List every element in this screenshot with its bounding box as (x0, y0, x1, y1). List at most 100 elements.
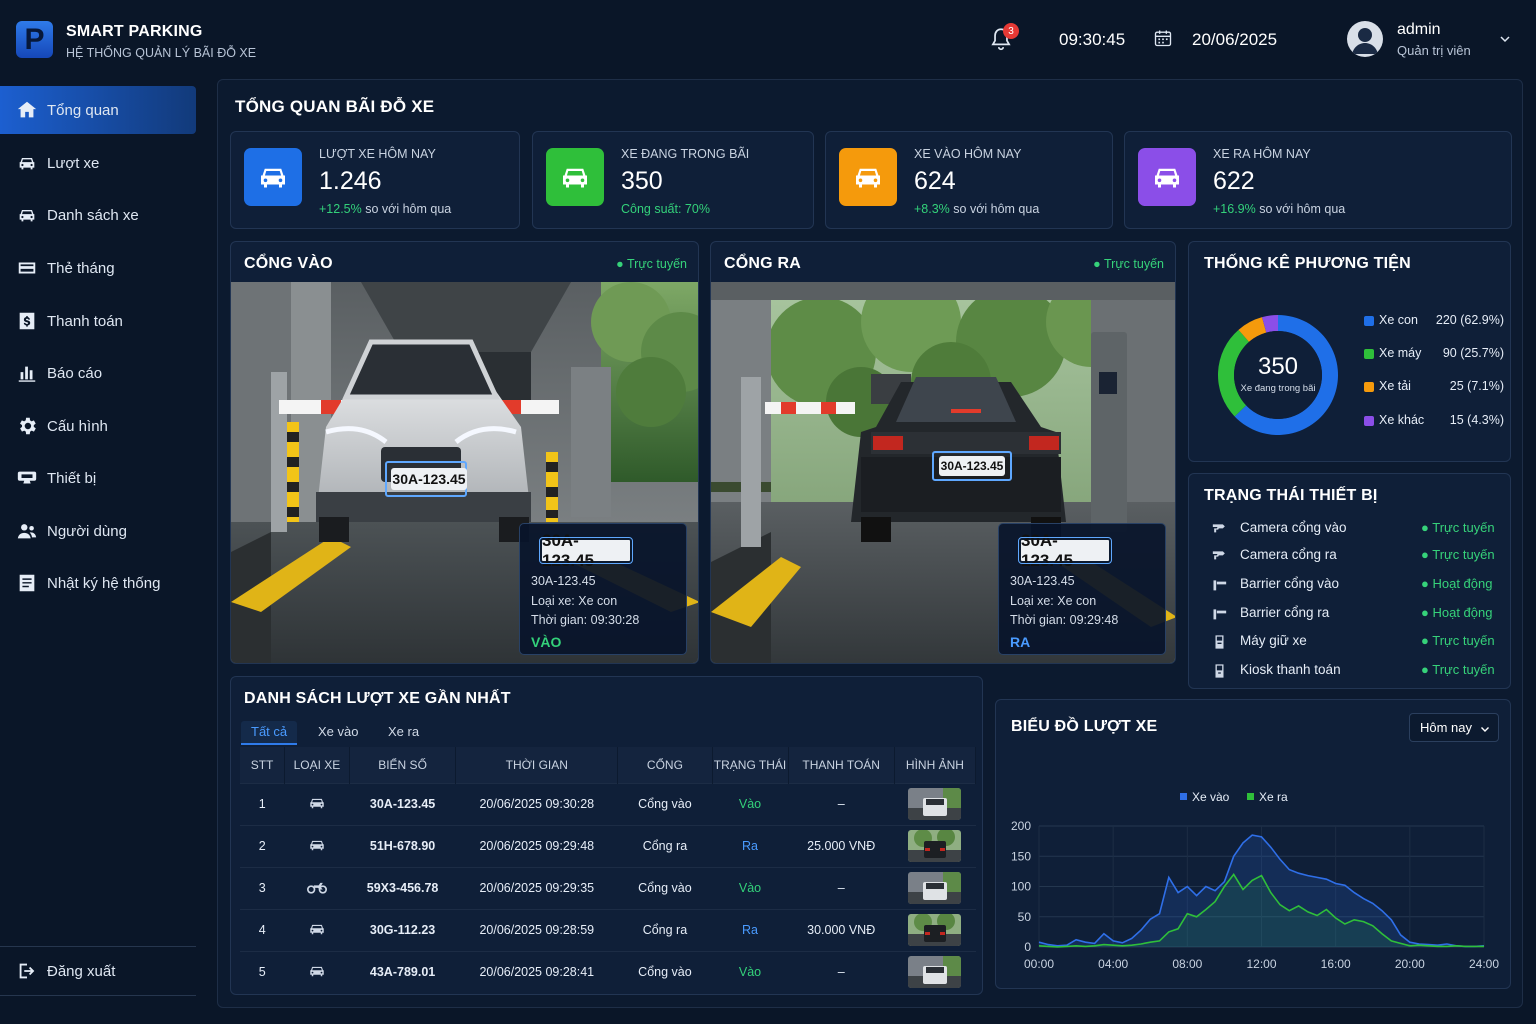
recognized-plate: 30A-123.45 (539, 531, 633, 570)
entry-recognition-box: 30A-123.45 30A-123.45 Loại xe: Xe con Th… (519, 523, 687, 655)
direction-label: VÀO (531, 634, 562, 650)
vehicle-stats-panel: THỐNG KÊ PHƯƠNG TIỆN 350 Xe đang trong b… (1188, 241, 1511, 462)
cell-gate: Cổng ra (617, 824, 713, 867)
stat-label: XE VÀO HÔM NAY (914, 147, 1022, 161)
y-tick-label: 150 (1011, 849, 1031, 863)
sidebar-item-monthly-card[interactable]: Thẻ tháng (0, 244, 196, 292)
vehicle-thumbnail[interactable] (908, 914, 962, 946)
current-date: 20/06/2025 (1192, 30, 1278, 49)
exit-gate-panel: CỔNG RA ● Trực tuyến 30A-123.45 30A-123.… (710, 241, 1176, 664)
cell-status: Vào (712, 866, 788, 909)
vehicle-stats-title: THỐNG KÊ PHƯƠNG TIỆN (1204, 255, 1411, 272)
app-subtitle: HỆ THỐNG QUẢN LÝ BÃI ĐỖ XE (66, 46, 257, 60)
cell-plate: 30A-123.45 (349, 782, 456, 825)
cell-image[interactable] (894, 866, 976, 909)
logout-label: Đăng xuất (47, 962, 116, 980)
table-row[interactable]: 3 59X3-456.78 20/06/2025 09:29:35 Cổng vào V… (240, 866, 976, 909)
vehicle-thumbnail[interactable] (908, 830, 962, 862)
stat-capacity: Công suất: 70% (621, 202, 710, 216)
col-stt[interactable]: STT (240, 747, 286, 783)
x-tick-label: 20:00 (1395, 957, 1425, 971)
sidebar-item-config[interactable]: Cấu hình (0, 402, 196, 450)
col-payment[interactable]: THANH TOÁN (788, 747, 895, 783)
entry-gate-panel: CỔNG VÀO ● Trực tuyến 30A-123.45 30A-123… (230, 241, 699, 664)
vehicle-thumbnail[interactable] (908, 956, 962, 989)
cell-time: 20/06/2025 09:29:48 (455, 824, 618, 867)
main-content: TỔNG QUAN BÃI ĐỖ XE LƯỢT XE HÔM NAY 1.24… (217, 79, 1523, 1008)
device-row-ticket-machine: Máy giữ xe ● Trực tuyến (1209, 632, 1499, 652)
ticket-machine-icon (1215, 635, 1224, 649)
col-gate[interactable]: CỔNG (617, 747, 713, 783)
table-header-row: STT LOẠI XE BIỂN SỐ THỜI GIAN CỔNG TRẠNG… (240, 747, 977, 783)
cell-image[interactable] (894, 824, 976, 867)
recognized-plate: 30A-123.45 (1018, 531, 1112, 570)
user-name[interactable]: admin (1397, 21, 1441, 39)
col-time[interactable]: THỜI GIAN (455, 747, 619, 783)
sidebar-item-reports[interactable]: Báo cáo (0, 349, 196, 397)
stat-label: LƯỢT XE HÔM NAY (319, 147, 436, 161)
car-icon (284, 782, 350, 825)
sidebar-item-payment[interactable]: Thanh toán (0, 297, 196, 345)
legend-car: Xe con 220 (62.9%) (1364, 313, 1504, 331)
car-icon (839, 148, 897, 206)
cell-image[interactable] (894, 782, 976, 825)
traffic-chart-title: BIỂU ĐỒ LƯỢT XE (1011, 718, 1158, 735)
sidebar-item-vehicle-list[interactable]: Danh sách xe (0, 191, 196, 239)
clock-time: 09:30:45 (1059, 30, 1126, 49)
cell-image[interactable] (894, 908, 976, 951)
cell-plate: 43A-789.01 (349, 950, 456, 993)
cell-image[interactable] (894, 950, 976, 993)
exit-gate-status: ● Trực tuyến (1093, 257, 1164, 271)
stat-card-today-in: XE VÀO HÔM NAY 624 +8.3% so với hôm qua (825, 131, 1113, 229)
vehicle-thumbnail[interactable] (908, 788, 962, 820)
sidebar-item-label: Báo cáo (47, 364, 103, 382)
license-plate: 30A-123.45 (939, 456, 1005, 476)
user-avatar[interactable] (1347, 21, 1383, 57)
table-row[interactable]: 2 51H-678.90 20/06/2025 09:29:48 Cổng ra Ra 2… (240, 824, 976, 867)
col-type[interactable]: LOẠI XE (284, 747, 350, 783)
col-image[interactable]: HÌNH ẢNH (894, 747, 977, 783)
cell-status: Vào (712, 950, 788, 993)
sidebar-item-label: Tổng quan (47, 101, 119, 119)
x-tick-label: 24:00 (1469, 957, 1499, 971)
sidebar-item-devices[interactable]: Thiết bị (0, 454, 196, 502)
sidebar-item-label: Lượt xe (47, 154, 100, 172)
stat-label: XE RA HÔM NAY (1213, 147, 1311, 161)
entry-gate-status: ● Trực tuyến (616, 257, 687, 271)
y-tick-label: 0 (1024, 940, 1031, 954)
camera-icon (1212, 551, 1225, 560)
chevron-down-icon[interactable] (1499, 33, 1511, 45)
sidebar-item-system-log[interactable]: Nhật ký hệ thống (0, 559, 196, 607)
tab-in[interactable]: Xe vào (318, 721, 358, 745)
cell-time: 20/06/2025 09:30:28 (455, 782, 618, 825)
x-tick-label: 04:00 (1098, 957, 1128, 971)
stat-delta: +16.9% so với hôm qua (1213, 202, 1346, 216)
vehicle-type: Loại xe: Xe con (1010, 594, 1097, 608)
col-status[interactable]: TRẠNG THÁI (712, 747, 789, 783)
sidebar-item-entries[interactable]: Lượt xe (0, 139, 196, 187)
x-tick-label: 12:00 (1246, 957, 1276, 971)
recent-entries-title: DANH SÁCH LƯỢT XE GẦN NHẤT (244, 690, 511, 707)
cell-gate: Cổng ra (617, 908, 713, 951)
cell-status: Ra (712, 908, 788, 951)
cell-plate: 59X3-456.78 (349, 866, 456, 909)
table-row[interactable]: 1 30A-123.45 20/06/2025 09:30:28 Cổng vào Và… (240, 782, 976, 825)
vehicle-thumbnail[interactable] (908, 872, 962, 904)
tab-out[interactable]: Xe ra (388, 721, 419, 745)
sidebar-item-overview[interactable]: Tổng quan (0, 86, 196, 134)
app-logo[interactable]: P (16, 21, 53, 58)
sidebar-item-label: Thiết bị (47, 469, 97, 487)
table-row[interactable]: 4 30G-112.23 20/06/2025 09:28:59 Cổng ra Ra 3… (240, 908, 976, 951)
tab-all[interactable]: Tất cả (241, 721, 298, 745)
car-icon (284, 908, 350, 951)
col-plate[interactable]: BIỂN SỐ (349, 747, 457, 783)
recent-entries-table: STT LOẠI XE BIỂN SỐ THỜI GIAN CỔNG TRẠNG… (240, 747, 977, 993)
device-row-kiosk: Kiosk thanh toán ● Trực tuyến (1209, 661, 1499, 681)
sidebar-item-label: Người dùng (47, 522, 127, 540)
sidebar-item-users[interactable]: Người dùng (0, 507, 196, 555)
table-row[interactable]: 5 43A-789.01 20/06/2025 09:28:41 Cổng vào Và… (240, 950, 976, 993)
legend-label: Xe ra (1259, 790, 1288, 804)
x-tick-label: 08:00 (1172, 957, 1202, 971)
range-select[interactable]: Hôm nay (1409, 713, 1499, 742)
logout-button[interactable]: Đăng xuất (0, 947, 196, 995)
